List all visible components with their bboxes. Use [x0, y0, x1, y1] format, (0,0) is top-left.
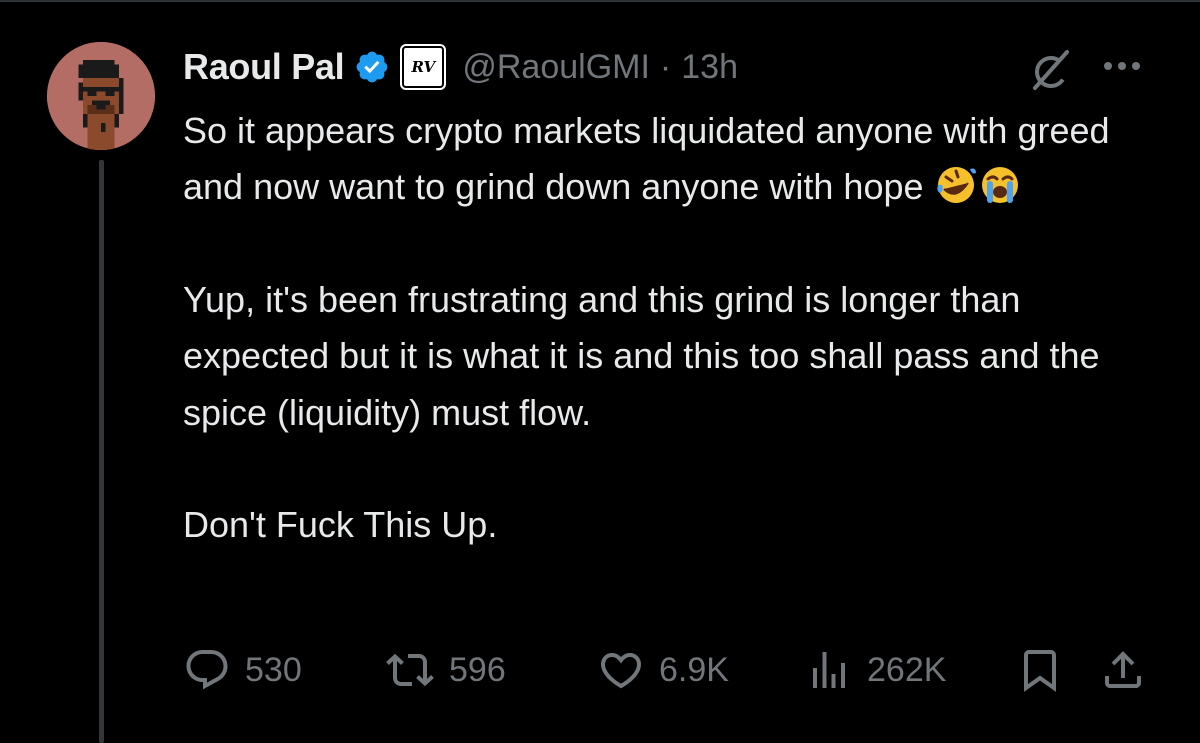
- separator-dot: ·: [659, 47, 672, 86]
- bookmark-button[interactable]: [1016, 640, 1064, 700]
- tweet-paragraph: Don't Fuck This Up.: [183, 504, 498, 546]
- top-divider: [0, 0, 1200, 2]
- reply-icon: [186, 650, 228, 690]
- views-count: 262K: [867, 650, 947, 689]
- author-handle[interactable]: @RaoulGMI: [462, 48, 650, 87]
- timestamp[interactable]: 13h: [681, 48, 738, 87]
- rolling-on-floor-laughing-emoji: [934, 163, 978, 207]
- tweet-text: So it appears crypto markets liquidated …: [183, 103, 1173, 553]
- verified-icon: [354, 49, 390, 85]
- share-button[interactable]: [1099, 640, 1147, 700]
- like-button[interactable]: 6.9K: [597, 640, 729, 700]
- reply-button[interactable]: 530: [183, 640, 302, 700]
- bookmark-icon: [1024, 650, 1056, 692]
- loudly-crying-emoji: [978, 163, 1022, 207]
- like-count: 6.9K: [659, 650, 729, 689]
- grok-icon[interactable]: [1027, 46, 1075, 94]
- repost-count: 596: [449, 650, 506, 689]
- tweet-actions: 530 596 6.9K 262K: [183, 640, 1163, 700]
- tweet-header: Raoul Pal RV @RaoulGMI · 13h: [183, 42, 738, 92]
- reply-count: 530: [245, 650, 302, 689]
- thread-line: [99, 160, 104, 743]
- tweet-paragraph: Yup, it's been frustrating and this grin…: [183, 278, 1100, 433]
- tweet-paragraph: So it appears crypto markets liquidated …: [183, 103, 1173, 216]
- repost-button[interactable]: 596: [385, 640, 506, 700]
- affiliate-badge[interactable]: RV: [402, 46, 445, 88]
- repost-icon: [386, 653, 434, 687]
- like-icon: [600, 653, 642, 689]
- more-icon[interactable]: [1100, 48, 1144, 84]
- avatar[interactable]: [47, 42, 155, 150]
- author-name[interactable]: Raoul Pal: [183, 46, 345, 88]
- pixel-punk-avatar-image: [47, 42, 155, 150]
- views-button[interactable]: 262K: [805, 640, 946, 700]
- views-icon: [813, 652, 845, 688]
- share-icon: [1105, 651, 1141, 688]
